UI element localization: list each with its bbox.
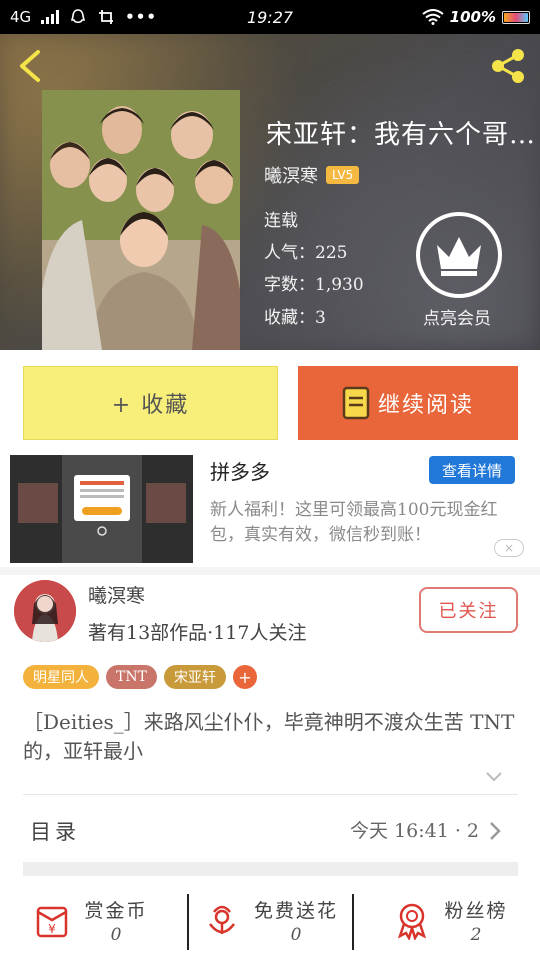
back-icon[interactable] [12, 46, 48, 86]
ad-detail-button[interactable]: 查看详情 [429, 456, 515, 484]
word-count-stat: 字数：1,930 [264, 275, 364, 295]
ad-title[interactable]: 拼多多 [210, 456, 270, 485]
flower-icon [208, 905, 235, 934]
tag-item[interactable]: TNT [106, 665, 157, 689]
vip-label: 点亮会员 [423, 309, 491, 329]
share-icon[interactable] [488, 46, 528, 86]
ad-description[interactable]: 新人福利！这里可领最高100元现金红包，真实有效，微信秒到账！ [210, 498, 520, 548]
chevron-down-icon[interactable] [484, 770, 504, 784]
toc-last-update[interactable]: 今天 16:41 · 2. [350, 816, 480, 843]
reward-coins-button[interactable]: ¥ 赏金币 0 [0, 880, 180, 960]
popularity-stat: 人气：225 [264, 243, 348, 263]
ad-close-button[interactable]: × [494, 539, 524, 557]
reward-coins-label: 赏金币 [84, 899, 148, 922]
status-time: 19:27 [246, 7, 294, 27]
ad-thumbnail[interactable] [10, 455, 193, 563]
author-avatar[interactable] [14, 580, 76, 642]
continue-reading-label: 继续阅读 [377, 393, 474, 418]
follow-button[interactable]: 已关注 [419, 587, 518, 633]
favorites-stat: 收藏：3 [264, 308, 326, 328]
section-divider [0, 567, 540, 575]
continue-reading-button[interactable]: 继续阅读 [298, 366, 518, 440]
send-flower-label: 免费送花 [253, 899, 338, 922]
author-level-badge: LV5 [326, 166, 360, 184]
battery-icon [502, 10, 530, 24]
add-tag-button[interactable]: + [232, 665, 257, 689]
crown-icon [437, 237, 481, 276]
author-card-stats: 著有13部作品·117人关注 [88, 622, 307, 644]
tag-list: 明星同人 TNT 宋亚轩 + [23, 665, 257, 689]
bottom-action-bar: ¥ 赏金币 0 免费送花 0 粉丝榜 2 [0, 880, 540, 960]
svg-text:¥: ¥ [49, 922, 57, 936]
author-row[interactable]: 曦溟寒 LV5 [264, 162, 360, 188]
book-header: 宋亚轩：我有六个哥… 曦溟寒 LV5 连载 人气：225 字数：1,930 收藏… [0, 34, 540, 350]
avatar-image [14, 580, 76, 642]
reward-coins-count: 0 [110, 924, 122, 945]
fan-ranking-count: 2 [470, 924, 482, 945]
status-bar: 4G ••• 19:27 100% [0, 0, 540, 34]
separator [352, 894, 354, 950]
send-flower-button[interactable]: 免费送花 0 [180, 880, 360, 960]
tag-item[interactable]: 明星同人 [23, 665, 99, 689]
toc-label[interactable]: 目录 [30, 816, 80, 846]
section-divider [23, 862, 518, 876]
add-to-favorites-button[interactable]: + 收藏 [23, 366, 278, 440]
cover-photo [42, 90, 240, 350]
ad-image [10, 455, 193, 563]
fan-ranking-label: 粉丝榜 [444, 899, 508, 922]
vip-membership-button[interactable]: 点亮会员 [416, 212, 502, 329]
book-icon [342, 386, 370, 420]
book-title: 宋亚轩：我有六个哥… [266, 120, 537, 150]
separator [187, 894, 189, 950]
tag-item[interactable]: 宋亚轩 [163, 665, 226, 689]
medal-icon [398, 903, 427, 940]
serial-status: 连载 [264, 211, 298, 231]
divider [23, 794, 518, 795]
author-name[interactable]: 曦溟寒 [264, 162, 318, 188]
chevron-right-icon[interactable] [488, 820, 502, 842]
fan-ranking-button[interactable]: 粉丝榜 2 [360, 880, 540, 960]
book-description: ［Deities_］来路风尘仆仆，毕竟神明不渡众生苦 TNT的，亚轩最小 [23, 710, 515, 763]
coin-envelope-icon: ¥ [37, 906, 68, 938]
send-flower-count: 0 [290, 924, 302, 945]
author-card-name[interactable]: 曦溟寒 [88, 581, 145, 608]
book-cover-image[interactable] [42, 90, 240, 350]
